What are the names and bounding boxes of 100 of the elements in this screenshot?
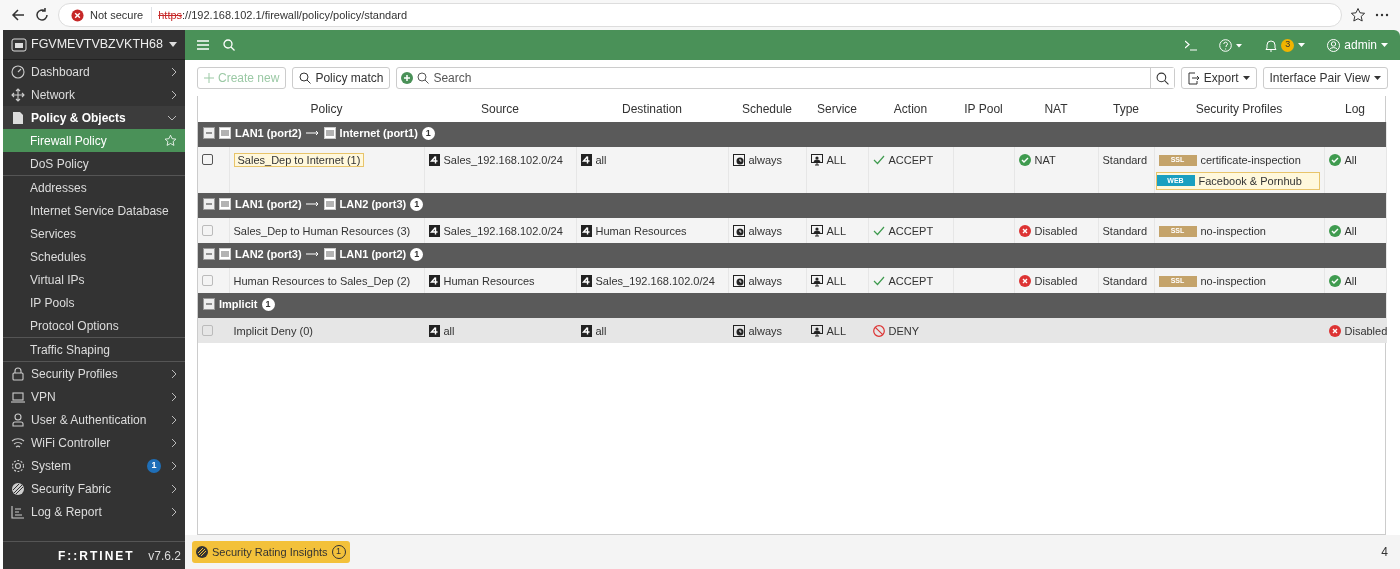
sidebar-subitem[interactable]: Protocol Options (3, 314, 185, 337)
sidebar-item[interactable]: System 1 (3, 454, 185, 477)
bell-icon[interactable] (1265, 38, 1278, 52)
column-header[interactable]: Log (1345, 102, 1365, 116)
wifi-icon (11, 435, 25, 450)
collapse-icon[interactable] (203, 298, 215, 311)
chevron-icon[interactable] (171, 506, 177, 517)
sidebar-subitem[interactable]: DoS Policy (3, 152, 185, 175)
chevron-icon[interactable] (171, 483, 177, 494)
caret-icon (1242, 76, 1250, 80)
column-header[interactable]: Action (893, 102, 928, 116)
arrow-icon (305, 130, 320, 137)
reload-icon[interactable] (34, 7, 50, 23)
policy-match-button[interactable]: Policy match (292, 67, 391, 89)
table-cell-text: ALL (826, 153, 847, 168)
port-icon (323, 127, 336, 140)
port-icon (323, 198, 336, 211)
chevron-icon[interactable] (171, 368, 177, 379)
table-cell-text: always (748, 153, 783, 168)
sidebar-subitem[interactable]: Schedules (3, 245, 185, 268)
sidebar-subitem[interactable]: IP Pools (3, 291, 185, 314)
sidebar-item[interactable]: Policy & Objects (3, 106, 185, 129)
version-label: v7.6.2 (148, 547, 181, 565)
arrow-icon (305, 251, 320, 258)
caret-icon[interactable] (169, 42, 177, 47)
address-icon (428, 325, 440, 338)
sidebar-item[interactable]: Security Fabric (3, 477, 185, 500)
fabric-icon (196, 546, 208, 558)
view-dropdown[interactable]: Interface Pair View (1262, 67, 1388, 89)
back-icon[interactable] (10, 7, 26, 23)
table-cell-text: Sales_192.168.102.0/24 (443, 153, 563, 168)
column-header[interactable]: IP Pool (964, 102, 1003, 116)
profile-name[interactable]: certificate-inspection (1200, 152, 1301, 169)
interface-label: LAN1 (port2) (235, 126, 302, 142)
sidebar-subitem[interactable]: Virtual IPs (3, 268, 185, 291)
laptop-icon (11, 389, 25, 404)
table-cell: Standard (1102, 154, 1148, 166)
table-cell-text: all (443, 324, 455, 339)
chevron-icon[interactable] (171, 391, 177, 402)
plus-icon (204, 73, 214, 83)
add-filter-icon[interactable] (401, 72, 414, 84)
sidebar-item[interactable]: Security Profiles (3, 362, 185, 385)
column-header[interactable]: Service (817, 102, 857, 116)
total-count: 4 (1381, 544, 1388, 561)
chevron-icon[interactable] (171, 89, 177, 100)
sidebar-subitem[interactable]: Traffic Shaping (3, 338, 185, 361)
user-menu[interactable]: admin (1344, 36, 1377, 54)
column-header[interactable]: Schedule (741, 102, 792, 116)
sidebar-item[interactable]: Dashboard (3, 60, 185, 83)
user-icon (11, 412, 25, 427)
collapse-icon[interactable] (203, 198, 215, 211)
chevron-icon[interactable] (171, 66, 177, 77)
star-icon[interactable] (1350, 7, 1366, 23)
collapse-icon[interactable] (203, 127, 215, 140)
sidebar-item[interactable]: WiFi Controller (3, 431, 185, 454)
device-name[interactable]: FGVMEVTVBZVKTH68 (31, 35, 163, 54)
sidebar-subitem[interactable]: Internet Service Database (3, 199, 185, 222)
chevron-icon[interactable] (171, 414, 177, 425)
export-button[interactable]: Export (1180, 67, 1257, 89)
table-cell-text: Disabled (1034, 274, 1078, 289)
checkbox[interactable] (202, 154, 213, 165)
chevron-icon[interactable] (167, 114, 177, 121)
sidebar-subitem[interactable]: Services (3, 222, 185, 245)
chevron-icon[interactable] (171, 460, 177, 471)
column-header[interactable]: Type (1113, 102, 1139, 116)
column-header[interactable]: Policy (310, 102, 343, 116)
column-header[interactable]: Source (481, 102, 519, 116)
policy-count: 1 (421, 126, 435, 140)
insights-button[interactable]: Security Rating Insights 1 (192, 541, 350, 563)
policy-name[interactable]: Sales_Dep to Internet (1) (233, 153, 365, 167)
chevron-icon[interactable] (171, 437, 177, 448)
caret-icon (1374, 76, 1381, 80)
column-header[interactable]: Security Profiles (1195, 102, 1283, 116)
address-bar[interactable]: Not secure https://192.168.102.1/firewall/policy/policy/standard (58, 3, 1342, 27)
table-cell-text: ACCEPT (888, 224, 934, 239)
arrow-icon (305, 201, 320, 208)
notification-count: 1 (147, 458, 161, 473)
search-icon[interactable] (1155, 71, 1169, 85)
interface-label: Internet (port1) (339, 126, 418, 142)
table-cell-text: ACCEPT (888, 153, 934, 168)
collapse-icon[interactable] (203, 248, 215, 261)
column-header[interactable]: Destination (621, 102, 682, 116)
search-box[interactable]: Search (396, 67, 1175, 89)
sidebar-subitem[interactable]: Firewall Policy (3, 129, 185, 152)
profile-name[interactable]: Facebook & Pornhub (1198, 172, 1302, 189)
table-cell-text: All (1344, 153, 1357, 168)
column-header[interactable]: NAT (1044, 102, 1068, 116)
terminal-icon[interactable] (1185, 39, 1198, 51)
sidebar-item[interactable]: User & Authentication (3, 408, 185, 431)
table-cell-text: ALL (826, 274, 847, 289)
sidebar-item[interactable]: Network (3, 83, 185, 106)
table-cell-text: always (748, 324, 783, 339)
help-icon[interactable] (1219, 38, 1244, 52)
sidebar-subitem[interactable]: Addresses (3, 176, 185, 199)
sidebar-item[interactable]: Log & Report (3, 500, 185, 523)
user-icon (1327, 38, 1341, 52)
document-icon (11, 110, 25, 125)
move-icon (11, 87, 25, 102)
menu-icon[interactable] (197, 40, 209, 50)
sidebar-item[interactable]: VPN (3, 385, 185, 408)
